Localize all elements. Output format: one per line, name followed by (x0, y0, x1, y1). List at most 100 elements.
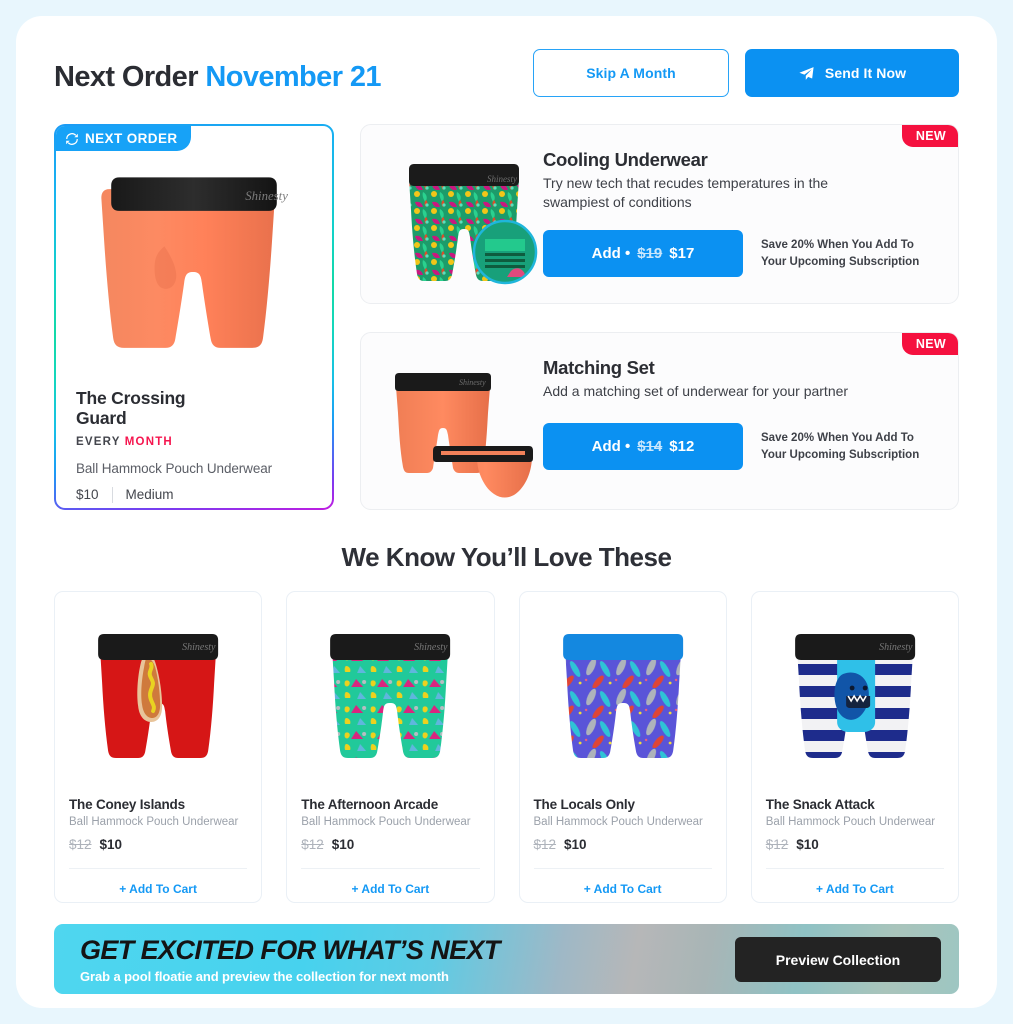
svg-text:Shinesty: Shinesty (414, 642, 448, 653)
add-to-cart-button[interactable]: + Add To Cart (752, 876, 958, 902)
next-order-price: $10 (76, 487, 99, 503)
preview-collection-banner[interactable]: GET EXCITED FOR WHAT’S NEXT Grab a pool … (54, 924, 959, 994)
skip-a-month-button[interactable]: Skip A Month (533, 49, 729, 97)
page-title-prefix: Next Order (54, 60, 198, 93)
recommendation-price: $12 $10 (69, 837, 247, 852)
recommendation-type: Ball Hammock Pouch Underwear (765, 816, 936, 828)
paper-plane-icon (799, 66, 814, 80)
send-it-now-label: Send It Now (824, 65, 907, 81)
svg-text:Shinesty: Shinesty (879, 642, 913, 653)
next-order-badge-label: NEXT ORDER (85, 131, 178, 146)
recommendation-type: Ball Hammock Pouch Underwear (69, 816, 239, 828)
recommendation-info: The Locals Only Ball Hammock Pouch Under… (534, 797, 712, 852)
svg-text:Shinesty: Shinesty (182, 642, 216, 653)
send-it-now-button[interactable]: Send It Now (745, 49, 959, 97)
add-cooling-underwear-button[interactable]: Add • $19 $17 (543, 230, 743, 277)
upsell-title: Matching Set (543, 357, 655, 378)
svg-text:Shinesty: Shinesty (459, 378, 486, 387)
price-old: $12 (533, 837, 557, 852)
divider (111, 486, 113, 503)
recommendation-card[interactable]: The Locals Only Ball Hammock Pouch Under… (518, 591, 727, 903)
recommendation-price: $12 $10 (301, 837, 479, 852)
next-order-size: Medium (125, 487, 174, 503)
divider (301, 868, 480, 869)
matching-set-text: Matching Set Add a matching set of under… (543, 357, 944, 401)
recommendation-name: The Locals Only (533, 797, 635, 812)
recommendations-grid: Shinesty The Coney Islands Ball Hammock … (54, 591, 959, 903)
header-actions: Skip A Month Send It Now (533, 49, 959, 97)
add-to-cart-button[interactable]: + Add To Cart (55, 876, 261, 902)
recommendations-heading: We Know You’ll Love These (341, 542, 672, 572)
recommendation-card[interactable]: Shinesty The Snack Attack Ball Hammock P… (750, 591, 959, 903)
add-prefix: Add • (591, 438, 631, 455)
add-to-cart-button[interactable]: + Add To Cart (287, 876, 493, 902)
upsell-description: Try new tech that recudes temperatures i… (543, 175, 829, 210)
page-root: Next Order November 21 Skip A Month Send… (0, 0, 1013, 1024)
page-header: Next Order November 21 Skip A Month Send… (54, 38, 959, 116)
next-order-price-size: $10 Medium (76, 486, 318, 503)
price-new: $10 (564, 837, 587, 852)
cooling-underwear-cta: Add • $19 $17 Save 20% When You Add To Y… (543, 230, 944, 277)
subscription-panel: Next Order November 21 Skip A Month Send… (16, 16, 997, 1008)
recommendation-card[interactable]: Shinesty The Afternoon Arcade Ball Hammo… (286, 591, 495, 903)
next-order-details: The Crossing Guard EVERY MONTH Ball Hamm… (76, 388, 318, 503)
next-order-badge: NEXT ORDER (56, 126, 191, 151)
recommendation-card[interactable]: Shinesty The Coney Islands Ball Hammock … (54, 591, 263, 903)
add-matching-set-button[interactable]: Add • $14 $12 (543, 423, 743, 470)
recommendation-name: The Coney Islands (69, 797, 185, 812)
price-old: $12 (765, 837, 789, 852)
coney-islands-image: Shinesty (98, 634, 219, 758)
price-was: $14 (637, 438, 663, 455)
next-order-product-type: Ball Hammock Pouch Underwear (76, 460, 273, 476)
price-new: $10 (331, 837, 355, 852)
snack-attack-image: Shinesty (794, 634, 915, 758)
new-badge: NEW (901, 333, 958, 355)
price-now: $12 (669, 438, 695, 455)
add-to-cart-button[interactable]: + Add To Cart (520, 876, 726, 902)
upsell-card-cooling-underwear[interactable]: NEW Shinesty Cooling Underwear Try new t… (360, 124, 959, 304)
upsell-description: Add a matching set of underwear for your… (543, 383, 849, 399)
price-now: $17 (669, 245, 695, 262)
divider (765, 868, 944, 869)
recommendation-info: The Snack Attack Ball Hammock Pouch Unde… (766, 797, 944, 852)
cooling-underwear-text: Cooling Underwear Try new tech that recu… (543, 149, 944, 211)
new-badge: NEW (901, 125, 958, 147)
next-order-card-inner: NEXT ORDER Shinesty The Crossing Guard E… (56, 126, 332, 508)
price-was: $19 (637, 245, 663, 262)
upsell-card-matching-set[interactable]: NEW Shinesty Matching Set Add a matching… (360, 332, 959, 510)
divider (69, 868, 248, 869)
matching-set-cta: Add • $14 $12 Save 20% When You Add To Y… (543, 423, 944, 470)
next-order-card[interactable]: NEXT ORDER Shinesty The Crossing Guard E… (54, 124, 334, 510)
price-new: $10 (99, 837, 123, 852)
page-title-date: November 21 (205, 60, 381, 93)
banner-subtitle: Grab a pool floatie and preview the coll… (80, 969, 449, 984)
upsell-title: Cooling Underwear (543, 149, 708, 170)
next-order-product-image: Shinesty (101, 177, 288, 348)
recommendation-name: The Snack Attack (765, 797, 875, 812)
upsell-save-note: Save 20% When You Add To Your Upcoming S… (761, 239, 920, 268)
afternoon-arcade-image: Shinesty (330, 634, 451, 758)
recommendation-info: The Coney Islands Ball Hammock Pouch Und… (69, 797, 247, 852)
frequency-value: MONTH (124, 435, 173, 448)
recommendation-type: Ball Hammock Pouch Underwear (533, 816, 703, 828)
divider (533, 868, 712, 869)
recommendation-price: $12 $10 (766, 837, 944, 852)
svg-text:Shinesty: Shinesty (245, 189, 288, 203)
sync-refresh-icon (66, 132, 78, 145)
frequency-prefix: EVERY (76, 435, 121, 448)
preview-collection-button[interactable]: Preview Collection (735, 937, 941, 982)
price-new: $10 (796, 837, 819, 852)
recommendation-name: The Afternoon Arcade (301, 797, 439, 812)
add-prefix: Add • (591, 245, 631, 262)
matching-set-image: Shinesty (395, 373, 533, 498)
locals-only-image (562, 634, 683, 758)
recommendation-info: The Afternoon Arcade Ball Hammock Pouch … (301, 797, 479, 852)
next-order-frequency: EVERY MONTH (76, 436, 318, 448)
next-order-product-name: The Crossing Guard (76, 388, 186, 429)
price-old: $12 (69, 837, 92, 852)
svg-text:Shinesty: Shinesty (487, 174, 517, 184)
recommendation-type: Ball Hammock Pouch Underwear (301, 816, 471, 828)
banner-title: GET EXCITED FOR WHAT’S NEXT (80, 935, 500, 965)
page-title: Next Order November 21 (54, 60, 382, 94)
cooling-underwear-image: Shinesty (409, 164, 538, 285)
